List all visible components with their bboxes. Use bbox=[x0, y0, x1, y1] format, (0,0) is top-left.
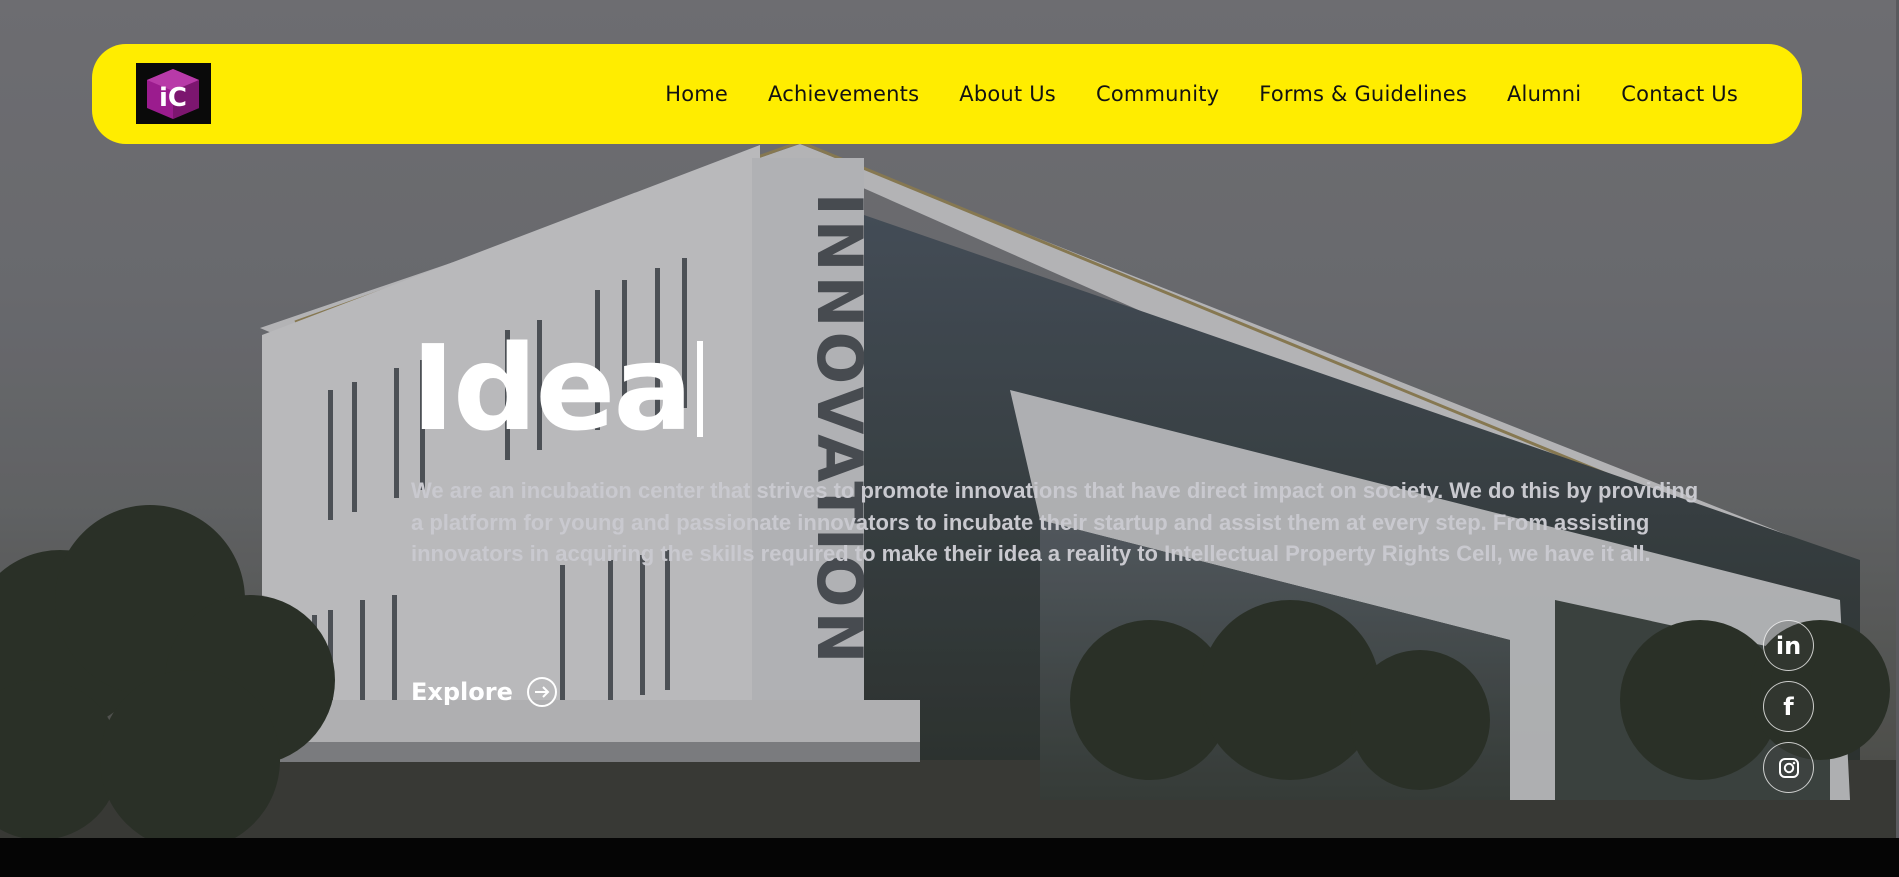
linkedin-button[interactable]: in bbox=[1763, 620, 1814, 671]
linkedin-icon: in bbox=[1775, 631, 1802, 660]
hero-headline: Idea bbox=[411, 318, 704, 458]
logo-cube-icon: iC bbox=[147, 69, 199, 119]
nav-link-about-us[interactable]: About Us bbox=[959, 82, 1056, 106]
nav-link-alumni[interactable]: Alumni bbox=[1507, 82, 1581, 106]
arrow-right-circle-icon bbox=[526, 677, 557, 707]
nav-link-achievements[interactable]: Achievements bbox=[768, 82, 919, 106]
logo[interactable]: iC bbox=[136, 63, 211, 124]
explore-button[interactable]: Explore bbox=[411, 676, 558, 708]
hero-description: We are an incubation center that strives… bbox=[411, 478, 1699, 566]
instagram-button[interactable] bbox=[1763, 742, 1814, 793]
facebook-button[interactable]: f bbox=[1763, 681, 1814, 732]
nav-link-home[interactable]: Home bbox=[665, 82, 728, 106]
logo-text: iC bbox=[159, 83, 187, 113]
facebook-icon: f bbox=[1783, 692, 1794, 721]
nav-link-forms-guidelines[interactable]: Forms & Guidelines bbox=[1259, 82, 1467, 106]
nav-link-community[interactable]: Community bbox=[1096, 82, 1219, 106]
explore-label: Explore bbox=[411, 678, 513, 706]
instagram-icon bbox=[1778, 757, 1799, 778]
hero-headline-text: Idea bbox=[411, 319, 693, 457]
nav-link-contact-us[interactable]: Contact Us bbox=[1621, 82, 1738, 106]
hero-section: INNOVATION iC Home Achievements About Us… bbox=[0, 0, 1899, 838]
navbar: iC Home Achievements About Us Community … bbox=[92, 44, 1802, 144]
bottom-band bbox=[0, 838, 1899, 877]
nav-links: Home Achievements About Us Community For… bbox=[665, 44, 1738, 144]
typing-caret bbox=[697, 341, 704, 437]
social-links: in f bbox=[1763, 620, 1814, 793]
page: INNOVATION iC Home Achievements About Us… bbox=[0, 0, 1899, 877]
